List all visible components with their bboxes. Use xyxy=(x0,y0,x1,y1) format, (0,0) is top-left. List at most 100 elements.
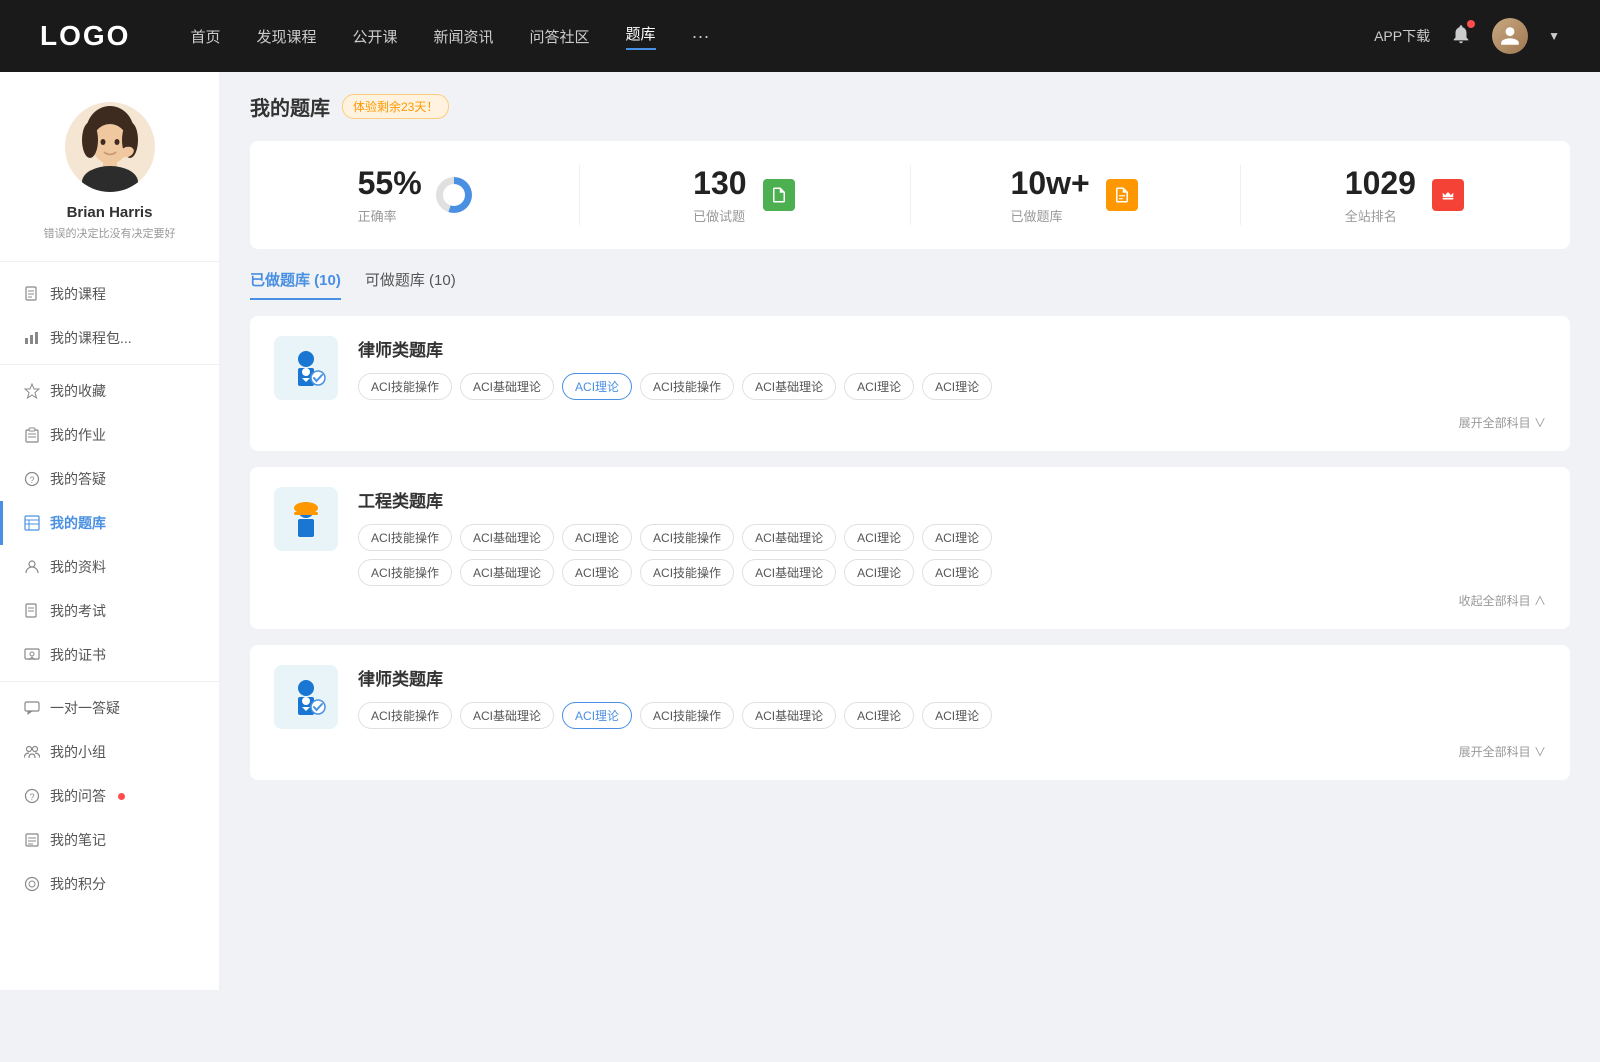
tag-eng-1-3[interactable]: ACI技能操作 xyxy=(640,524,734,551)
notification-bell[interactable] xyxy=(1450,23,1472,50)
sidebar-item-favorites[interactable]: 我的收藏 xyxy=(0,369,219,413)
sidebar-item-course-pack[interactable]: 我的课程包... xyxy=(0,316,219,360)
tag-lawyer-2-4[interactable]: ACI基础理论 xyxy=(742,702,836,729)
user-avatar[interactable] xyxy=(1492,18,1528,54)
tag-eng-2-2[interactable]: ACI理论 xyxy=(562,559,632,586)
tags-footer-lawyer-2: 展开全部科目 ∨ xyxy=(358,735,1546,760)
sidebar-item-qa[interactable]: ? 我的答疑 xyxy=(0,457,219,501)
chat-icon xyxy=(24,700,40,716)
qbank-name-lawyer-1: 律师类题库 xyxy=(358,336,1546,361)
expand-lawyer-2[interactable]: 展开全部科目 ∨ xyxy=(1459,743,1546,760)
stat-questions-value: 130 xyxy=(693,165,746,202)
tags-footer-engineer-1: 收起全部科目 ∧ xyxy=(358,592,1546,609)
navbar-nav: 首页 发现课程 公开课 新闻资讯 问答社区 题库 ··· xyxy=(190,23,1374,50)
sidebar-item-group[interactable]: 我的小组 xyxy=(0,730,219,774)
notification-badge xyxy=(1467,20,1475,28)
tag-eng-2-6[interactable]: ACI理论 xyxy=(922,559,992,586)
tag-lawyer-1-5[interactable]: ACI理论 xyxy=(844,373,914,400)
sidebar-item-my-course[interactable]: 我的课程 xyxy=(0,272,219,316)
tags-row-lawyer-2: ACI技能操作 ACI基础理论 ACI理论 ACI技能操作 ACI基础理论 AC… xyxy=(358,702,1546,729)
tag-eng-2-3[interactable]: ACI技能操作 xyxy=(640,559,734,586)
sidebar-profile: Brian Harris 错误的决定比没有决定要好 xyxy=(0,102,219,262)
stat-questions-text: 130 已做试题 xyxy=(693,165,746,225)
sidebar-label-exam: 我的考试 xyxy=(50,601,106,621)
stat-questions-done: 130 已做试题 xyxy=(580,165,910,225)
sidebar-label-data: 我的资料 xyxy=(50,557,106,577)
tab-todo[interactable]: 可做题库 (10) xyxy=(365,269,456,300)
main-content: 我的题库 体验剩余23天！ 55% 正确率 130 已做试题 xyxy=(220,72,1600,990)
rank-stat-icon xyxy=(1430,177,1466,213)
nav-qbank[interactable]: 题库 xyxy=(626,23,656,50)
tag-lawyer-2-1[interactable]: ACI基础理论 xyxy=(460,702,554,729)
stat-accuracy-label: 正确率 xyxy=(358,206,422,225)
tag-eng-2-5[interactable]: ACI理论 xyxy=(844,559,914,586)
tag-eng-1-5[interactable]: ACI理论 xyxy=(844,524,914,551)
app-download-btn[interactable]: APP下载 xyxy=(1374,26,1430,46)
stat-accuracy-value: 55% xyxy=(358,165,422,202)
qbank-card-engineer-1: 工程类题库 ACI技能操作 ACI基础理论 ACI理论 ACI技能操作 ACI基… xyxy=(250,467,1570,629)
collapse-engineer-1[interactable]: 收起全部科目 ∧ xyxy=(1459,592,1546,609)
profile-avatar xyxy=(65,102,155,192)
sidebar-item-cert[interactable]: 我的证书 xyxy=(0,633,219,677)
nav-news[interactable]: 新闻资讯 xyxy=(434,26,494,47)
tag-eng-1-1[interactable]: ACI基础理论 xyxy=(460,524,554,551)
sidebar-item-qbank[interactable]: 我的题库 xyxy=(0,501,219,545)
stats-row: 55% 正确率 130 已做试题 xyxy=(250,141,1570,249)
sidebar-divider-2 xyxy=(0,681,219,682)
tag-eng-2-4[interactable]: ACI基础理论 xyxy=(742,559,836,586)
stat-banks-value: 10w+ xyxy=(1011,165,1090,202)
sidebar-item-data[interactable]: 我的资料 xyxy=(0,545,219,589)
accuracy-icon xyxy=(436,177,472,213)
chart-icon xyxy=(24,330,40,346)
qbank-card-header-engineer-1: 工程类题库 ACI技能操作 ACI基础理论 ACI理论 ACI技能操作 ACI基… xyxy=(274,487,1546,609)
table-icon xyxy=(24,515,40,531)
tag-lawyer-2-6[interactable]: ACI理论 xyxy=(922,702,992,729)
tag-lawyer-1-6[interactable]: ACI理论 xyxy=(922,373,992,400)
sidebar-item-points[interactable]: 我的积分 xyxy=(0,862,219,906)
user-dropdown-arrow[interactable]: ▼ xyxy=(1548,29,1560,43)
tag-eng-2-0[interactable]: ACI技能操作 xyxy=(358,559,452,586)
tag-lawyer-2-0[interactable]: ACI技能操作 xyxy=(358,702,452,729)
tags-footer-lawyer-1: 展开全部科目 ∨ xyxy=(358,406,1546,431)
notes-icon-box xyxy=(763,179,795,211)
tag-lawyer-2-5[interactable]: ACI理论 xyxy=(844,702,914,729)
navbar: LOGO 首页 发现课程 公开课 新闻资讯 问答社区 题库 ··· APP下载 … xyxy=(0,0,1600,72)
tag-lawyer-1-3[interactable]: ACI技能操作 xyxy=(640,373,734,400)
stat-rank: 1029 全站排名 xyxy=(1241,165,1570,225)
nav-qa[interactable]: 问答社区 xyxy=(530,26,590,47)
stat-questions-label: 已做试题 xyxy=(693,206,746,225)
sidebar-label-points: 我的积分 xyxy=(50,874,106,894)
nav-open-course[interactable]: 公开课 xyxy=(352,26,397,47)
tag-lawyer-2-2[interactable]: ACI理论 xyxy=(562,702,632,729)
notes-stat-icon xyxy=(761,177,797,213)
stat-banks-label: 已做题库 xyxy=(1011,206,1090,225)
nav-more[interactable]: ··· xyxy=(692,26,710,47)
tag-eng-1-2[interactable]: ACI理论 xyxy=(562,524,632,551)
sidebar-item-answer[interactable]: ? 我的问答 xyxy=(0,774,219,818)
tags-row-lawyer-1: ACI技能操作 ACI基础理论 ACI理论 ACI技能操作 ACI基础理论 AC… xyxy=(358,373,1546,400)
qbank-name-lawyer-2: 律师类题库 xyxy=(358,665,1546,690)
stat-accuracy: 55% 正确率 xyxy=(250,165,580,225)
qbank-card-lawyer-2: 律师类题库 ACI技能操作 ACI基础理论 ACI理论 ACI技能操作 ACI基… xyxy=(250,645,1570,780)
sidebar-label-homework: 我的作业 xyxy=(50,425,106,445)
sidebar-item-one-on-one[interactable]: 一对一答疑 xyxy=(0,686,219,730)
sidebar-item-notes[interactable]: 我的笔记 xyxy=(0,818,219,862)
tag-lawyer-1-2[interactable]: ACI理论 xyxy=(562,373,632,400)
tag-lawyer-2-3[interactable]: ACI技能操作 xyxy=(640,702,734,729)
file-icon xyxy=(24,286,40,302)
sidebar-item-exam[interactable]: 我的考试 xyxy=(0,589,219,633)
tag-lawyer-1-1[interactable]: ACI基础理论 xyxy=(460,373,554,400)
tag-eng-1-6[interactable]: ACI理论 xyxy=(922,524,992,551)
tag-eng-1-0[interactable]: ACI技能操作 xyxy=(358,524,452,551)
expand-lawyer-1[interactable]: 展开全部科目 ∨ xyxy=(1459,414,1546,431)
nav-discover[interactable]: 发现课程 xyxy=(256,26,316,47)
tag-eng-2-1[interactable]: ACI基础理论 xyxy=(460,559,554,586)
nav-home[interactable]: 首页 xyxy=(190,26,220,47)
tag-lawyer-1-0[interactable]: ACI技能操作 xyxy=(358,373,452,400)
tab-done[interactable]: 已做题库 (10) xyxy=(250,269,341,300)
tag-eng-1-4[interactable]: ACI基础理论 xyxy=(742,524,836,551)
person-icon xyxy=(24,559,40,575)
sidebar-item-homework[interactable]: 我的作业 xyxy=(0,413,219,457)
tag-lawyer-1-4[interactable]: ACI基础理论 xyxy=(742,373,836,400)
navbar-logo[interactable]: LOGO xyxy=(40,20,130,52)
